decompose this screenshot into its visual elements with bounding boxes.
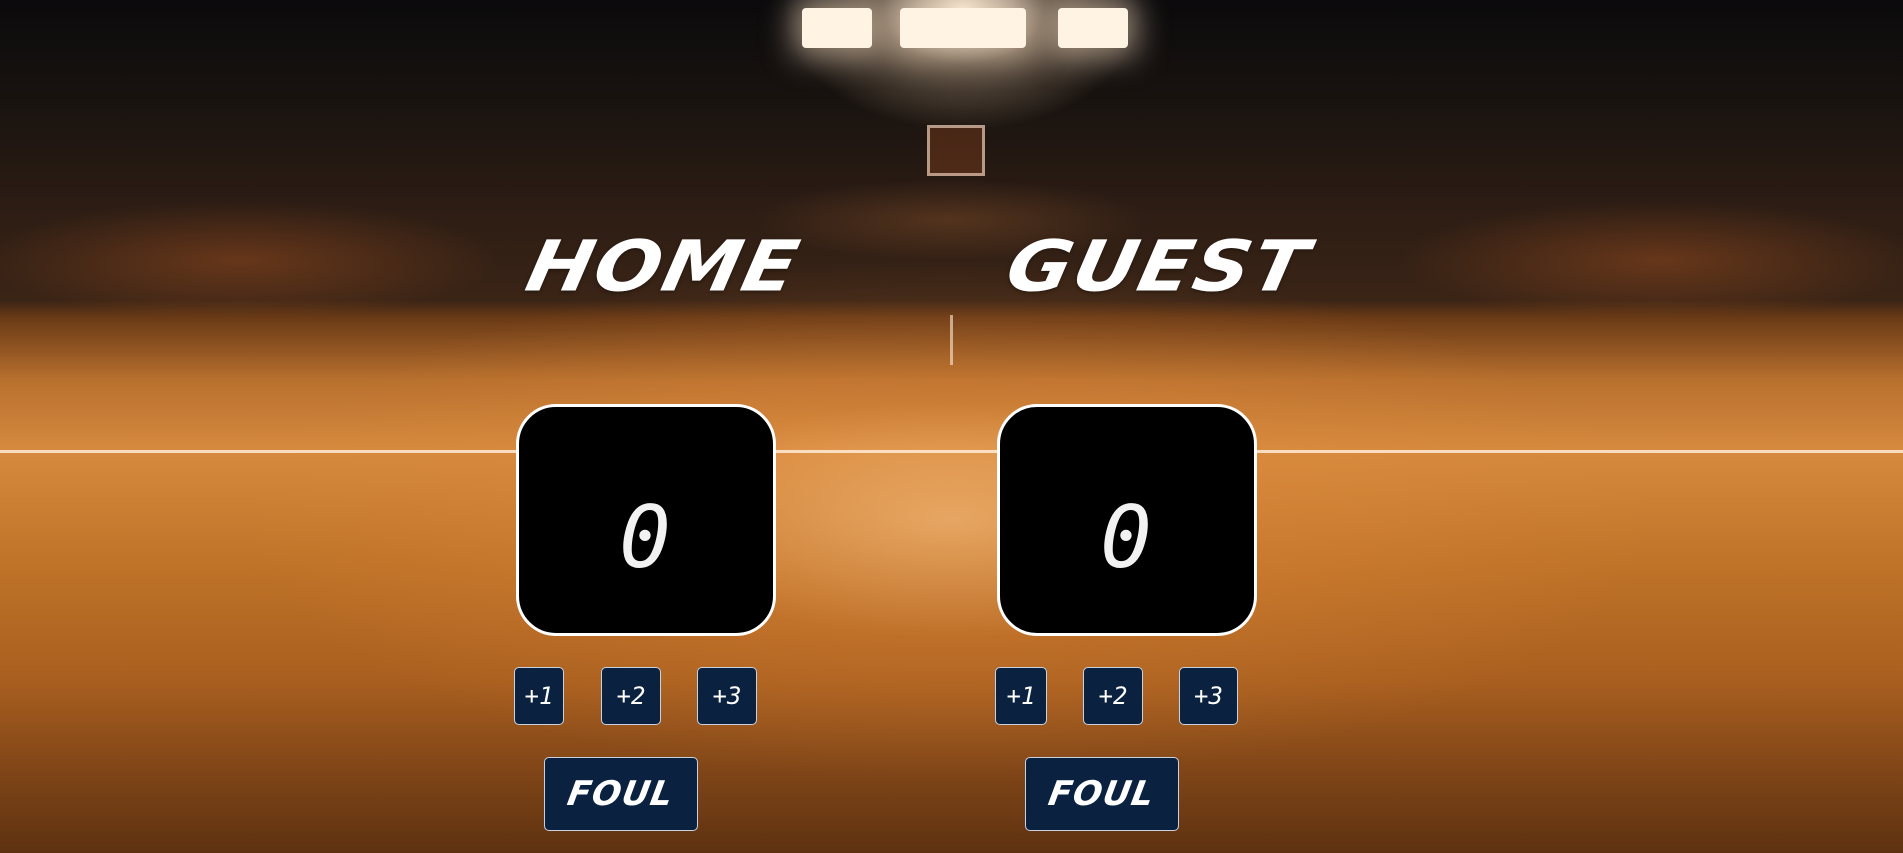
basketball-hoop-backboard — [927, 125, 985, 176]
home-add-3-button[interactable]: +3 — [697, 667, 757, 725]
court-center-line — [950, 315, 953, 365]
home-foul-button[interactable]: FOUL — [544, 757, 698, 831]
home-add-1-button[interactable]: +1 — [514, 667, 564, 725]
home-score-value: 0 — [619, 488, 673, 588]
court-line — [0, 450, 1903, 453]
guest-score-display: 0 — [997, 404, 1257, 636]
guest-add-3-button[interactable]: +3 — [1179, 667, 1238, 725]
guest-add-1-button[interactable]: +1 — [995, 667, 1047, 725]
home-team-title: HOME — [519, 226, 808, 308]
home-add-2-button[interactable]: +2 — [601, 667, 661, 725]
arena-lights — [800, 0, 1130, 50]
guest-foul-button[interactable]: FOUL — [1025, 757, 1179, 831]
guest-add-2-button[interactable]: +2 — [1083, 667, 1143, 725]
guest-foul-label: FOUL — [1045, 774, 1159, 814]
guest-team-title: GUEST — [999, 226, 1317, 308]
home-foul-label: FOUL — [564, 774, 678, 814]
home-score-display: 0 — [516, 404, 776, 636]
guest-score-value: 0 — [1100, 488, 1154, 588]
